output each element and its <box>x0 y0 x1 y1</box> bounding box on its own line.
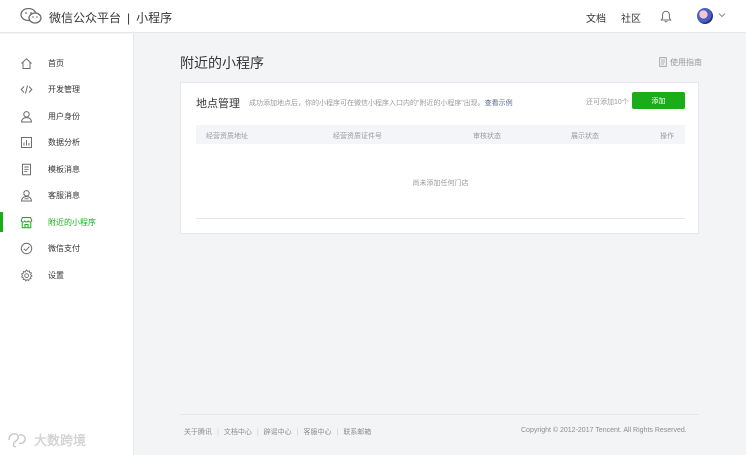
sidebar: 首页 开发管理 用户身份 数据分析 模板消息 客服消息 附近的小程序 微信支付 … <box>0 34 134 455</box>
sidebar-item-settings[interactable]: 设置 <box>0 262 133 288</box>
watermark-logo: 大数跨境 <box>8 433 86 449</box>
sidebar-item-label: 用户身份 <box>48 112 80 121</box>
page-title: 附近的小程序 <box>180 55 264 71</box>
brand-name: 微信公众平台 <box>49 11 122 25</box>
footer-separator: | <box>256 429 259 436</box>
sidebar-item-dev-management[interactable]: 开发管理 <box>0 76 133 102</box>
remaining-quota: 还可添加10个 <box>586 99 629 106</box>
column-header-address: 经营资质地址 <box>206 133 248 140</box>
document-icon <box>22 163 31 176</box>
store-icon <box>20 217 33 229</box>
footer-separator: | <box>336 429 339 436</box>
sidebar-item-label: 数据分析 <box>48 138 80 147</box>
footer-separator: | <box>296 429 299 436</box>
column-header-review-status: 审核状态 <box>473 133 501 140</box>
panel-description: 成功添加地点后，你的小程序可在微信小程序入口内的“附近的小程序”出现。查看示例 <box>249 98 513 108</box>
top-bar: 微信公众平台 | 小程序 文档 社区 <box>0 0 746 33</box>
chevron-down-icon[interactable] <box>718 12 726 18</box>
community-link[interactable]: 社区 <box>621 10 641 25</box>
avatar[interactable] <box>697 8 713 24</box>
footer-link-rumors[interactable]: 辟谣中心 <box>264 429 292 436</box>
sidebar-item-data-analysis[interactable]: 数据分析 <box>0 129 133 155</box>
brand-title: 微信公众平台 | 小程序 <box>49 9 172 26</box>
add-location-button[interactable]: 添加 <box>632 92 685 109</box>
column-header-license-number: 经营资质证件号 <box>333 133 382 140</box>
sidebar-item-user-identity[interactable]: 用户身份 <box>0 103 133 129</box>
sidebar-item-label: 首页 <box>48 59 64 68</box>
user-icon <box>20 111 33 123</box>
footer-divider <box>180 414 699 415</box>
sidebar-item-label: 开发管理 <box>48 85 80 94</box>
sidebar-item-template-messages[interactable]: 模板消息 <box>0 156 133 182</box>
wechat-logo-icon[interactable] <box>20 8 42 24</box>
bell-icon[interactable] <box>660 10 672 23</box>
docs-link[interactable]: 文档 <box>586 10 606 25</box>
home-icon <box>21 58 32 69</box>
sidebar-item-nearby-mini-programs[interactable]: 附近的小程序 <box>0 209 133 235</box>
sidebar-item-home[interactable]: 首页 <box>0 50 133 76</box>
code-icon <box>20 85 33 94</box>
bar-chart-icon <box>21 137 32 148</box>
panel-title: 地点管理 <box>196 98 240 110</box>
footer-link-docs[interactable]: 文档中心 <box>224 429 252 436</box>
sidebar-item-label: 微信支付 <box>48 244 80 253</box>
footer-link-support[interactable]: 客服中心 <box>303 429 331 436</box>
sidebar-item-customer-service[interactable]: 客服消息 <box>0 182 133 208</box>
column-header-display-status: 展示状态 <box>571 133 599 140</box>
sidebar-item-label: 模板消息 <box>48 165 80 174</box>
payment-icon <box>20 242 33 255</box>
view-example-link[interactable]: 查看示例 <box>485 100 513 107</box>
footer-link-contact[interactable]: 联系邮箱 <box>343 429 371 436</box>
footer-links: 关于腾讯 | 文档中心 | 辟谣中心 | 客服中心 | 联系邮箱 <box>184 427 371 437</box>
location-management-panel: 地点管理 成功添加地点后，你的小程序可在微信小程序入口内的“附近的小程序”出现。… <box>180 82 699 234</box>
svg-text:大数跨境: 大数跨境 <box>34 434 86 449</box>
sidebar-item-label: 附近的小程序 <box>48 218 96 227</box>
table-header: 经营资质地址 经营资质证件号 审核状态 展示状态 操作 <box>196 125 685 144</box>
sidebar-item-label: 客服消息 <box>48 191 80 200</box>
gear-icon <box>20 269 33 282</box>
product-name: 小程序 <box>136 11 173 25</box>
copyright-text: Copyright © 2012-2017 Tencent. All Right… <box>521 427 687 434</box>
sidebar-item-wechat-pay[interactable]: 微信支付 <box>0 235 133 261</box>
user-guide-label: 使用指南 <box>670 58 702 67</box>
footer-separator: | <box>217 429 219 436</box>
customer-service-icon <box>20 190 33 202</box>
footer-link-about[interactable]: 关于腾讯 <box>184 429 212 436</box>
brand-separator: | <box>127 11 131 25</box>
document-icon <box>659 57 667 67</box>
column-header-actions: 操作 <box>660 133 674 140</box>
user-guide-link[interactable]: 使用指南 <box>659 57 702 68</box>
sidebar-item-label: 设置 <box>48 271 64 280</box>
empty-state-text: 尚未添加任何门店 <box>412 180 469 187</box>
table-divider <box>196 218 685 219</box>
description-text: 成功添加地点后，你的小程序可在微信小程序入口内的“附近的小程序”出现。 <box>249 100 485 107</box>
